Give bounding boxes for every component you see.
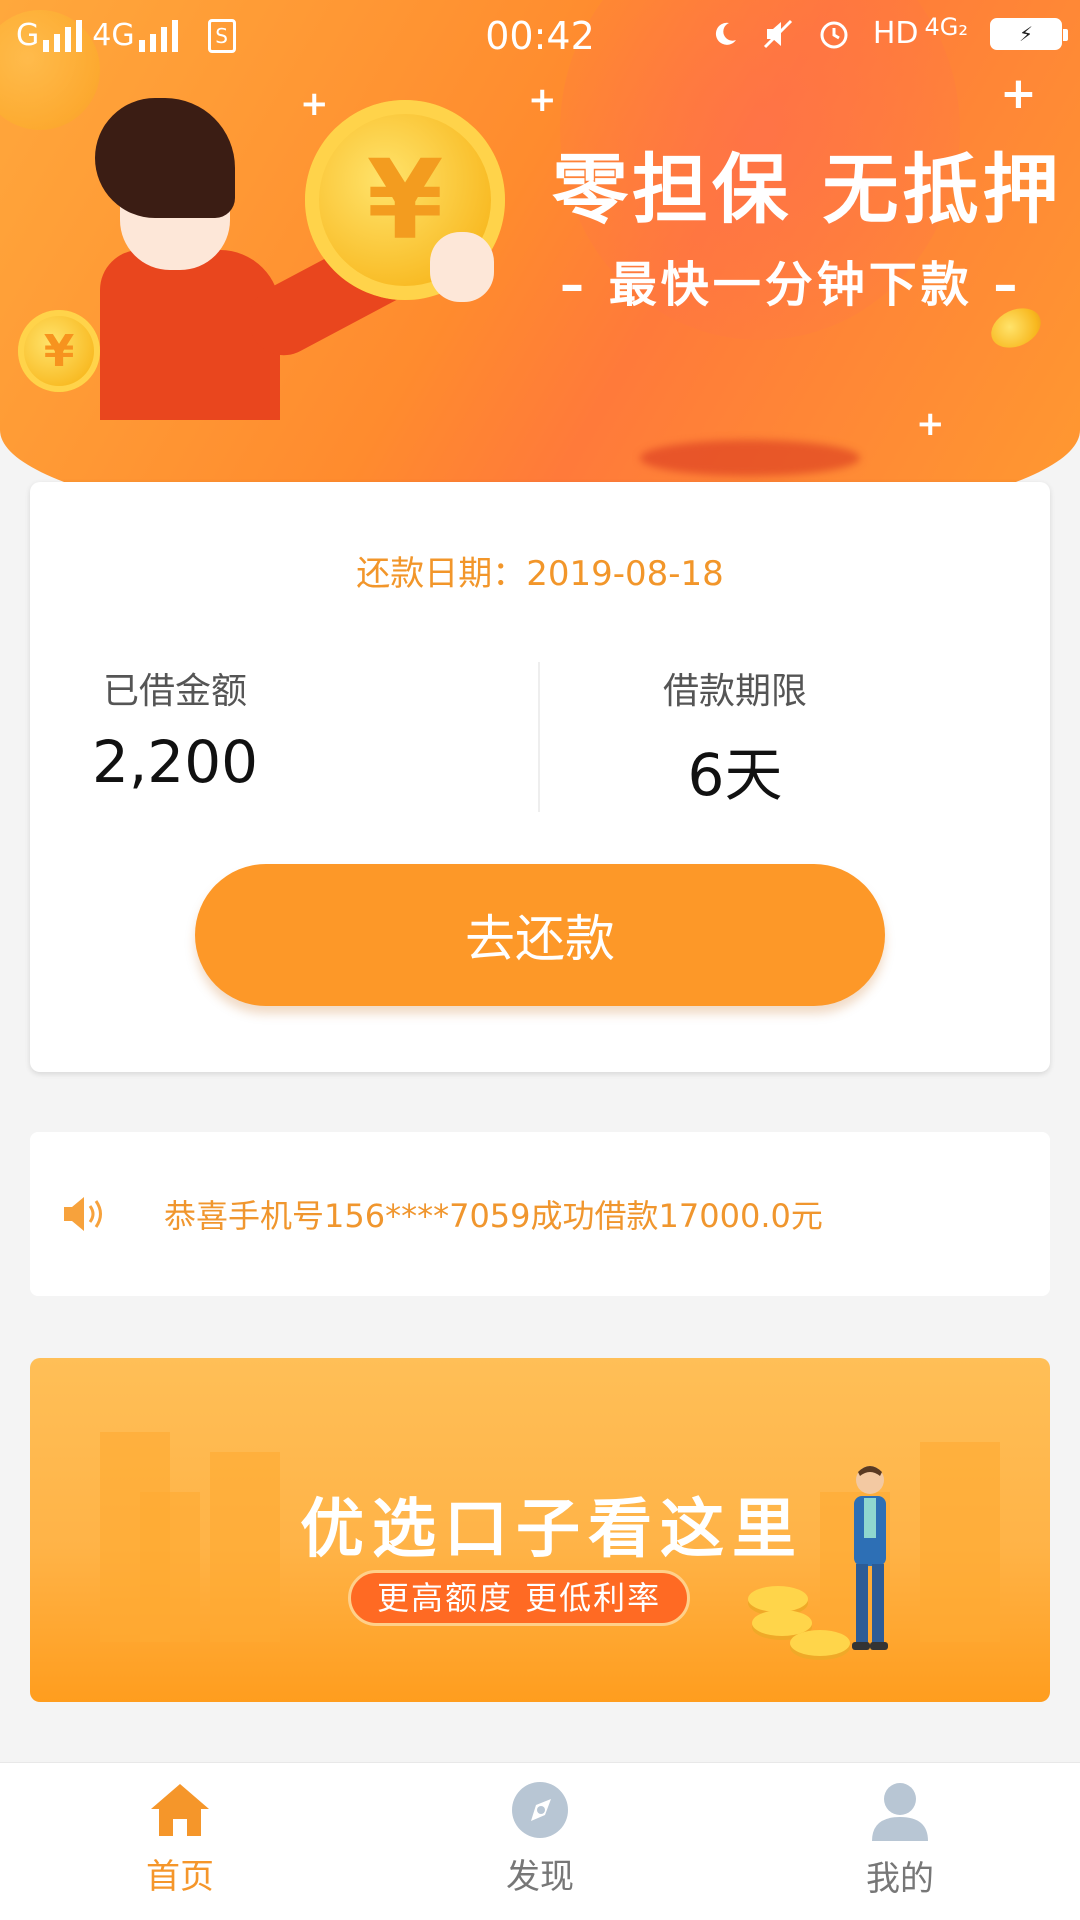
tab-discover[interactable]: 发现 <box>440 1781 640 1898</box>
sparkle-icon: + <box>528 80 557 120</box>
building-decoration <box>140 1492 200 1642</box>
promo-tagline: 更高额度 更低利率 <box>348 1570 691 1626</box>
tab-mine[interactable]: 我的 <box>800 1781 1000 1900</box>
alarm-icon <box>820 21 848 48</box>
hero-banner[interactable]: + + + + ¥ ¥ 零担保 无抵押 – 最快一分钟下款 – <box>0 0 1080 540</box>
building-decoration <box>210 1452 280 1642</box>
building-decoration <box>920 1442 1000 1642</box>
borrowed-amount-stat: 已借金额 2,200 <box>0 662 430 796</box>
borrowed-amount-value: 2,200 <box>91 728 259 796</box>
mute-icon <box>763 19 792 48</box>
tab-mine-label: 我的 <box>866 1859 934 1899</box>
notice-text: 恭喜手机号156****7059成功借款17000.0元 <box>164 1197 823 1235</box>
hero-title: 零担保 无抵押 <box>552 145 1063 234</box>
tab-home-label: 首页 <box>146 1857 214 1897</box>
due-date-label: 还款日期： <box>356 554 527 594</box>
businessman-illustration <box>852 1466 888 1650</box>
promo-banner[interactable]: 优选口子看这里 更高额度 更低利率 <box>30 1358 1050 1702</box>
status-right: HD 4G₂ ⚡ <box>711 12 1068 51</box>
hd-label: HD <box>872 16 919 51</box>
lte-label: 4G₂ <box>924 12 969 41</box>
home-icon <box>151 1784 209 1836</box>
moon-icon <box>715 22 736 45</box>
man-hair <box>95 98 235 218</box>
repay-button[interactable]: 去还款 <box>195 864 885 1006</box>
sparkle-icon: + <box>300 84 329 124</box>
sparkle-icon: + <box>916 404 945 444</box>
user-icon <box>872 1783 928 1841</box>
loan-term-label: 借款期限 <box>662 671 807 712</box>
loan-term-stat: 借款期限 6天 <box>480 662 990 812</box>
status-bar: G 4G S 00:42 HD 4G₂ ⚡ <box>0 0 1080 80</box>
due-date: 还款日期：2019-08-18 <box>30 546 1050 595</box>
yuan-coin-icon: ¥ <box>18 310 100 392</box>
tab-discover-label: 发现 <box>506 1857 574 1897</box>
borrowed-amount-label: 已借金额 <box>102 671 247 712</box>
due-date-value: 2019-08-18 <box>526 554 724 594</box>
bottom-tab-bar: 首页 发现 我的 <box>0 1762 1080 1920</box>
shadow-decoration <box>640 440 860 476</box>
compass-icon <box>512 1782 568 1838</box>
tab-home[interactable]: 首页 <box>80 1781 280 1898</box>
notice-bar: 恭喜手机号156****7059成功借款17000.0元 <box>30 1132 1050 1296</box>
coin-stack-icon <box>748 1586 808 1612</box>
hero-subtitle: – 最快一分钟下款 – <box>560 257 1022 313</box>
promo-title: 优选口子看这里 <box>300 1493 804 1567</box>
man-hand <box>430 232 494 302</box>
loan-card: 还款日期：2019-08-18 已借金额 2,200 借款期限 6天 去还款 <box>30 482 1050 1072</box>
speaker-icon <box>64 1197 102 1231</box>
battery-icon: ⚡ <box>990 17 1068 50</box>
loan-term-value: 6天 <box>687 741 783 809</box>
